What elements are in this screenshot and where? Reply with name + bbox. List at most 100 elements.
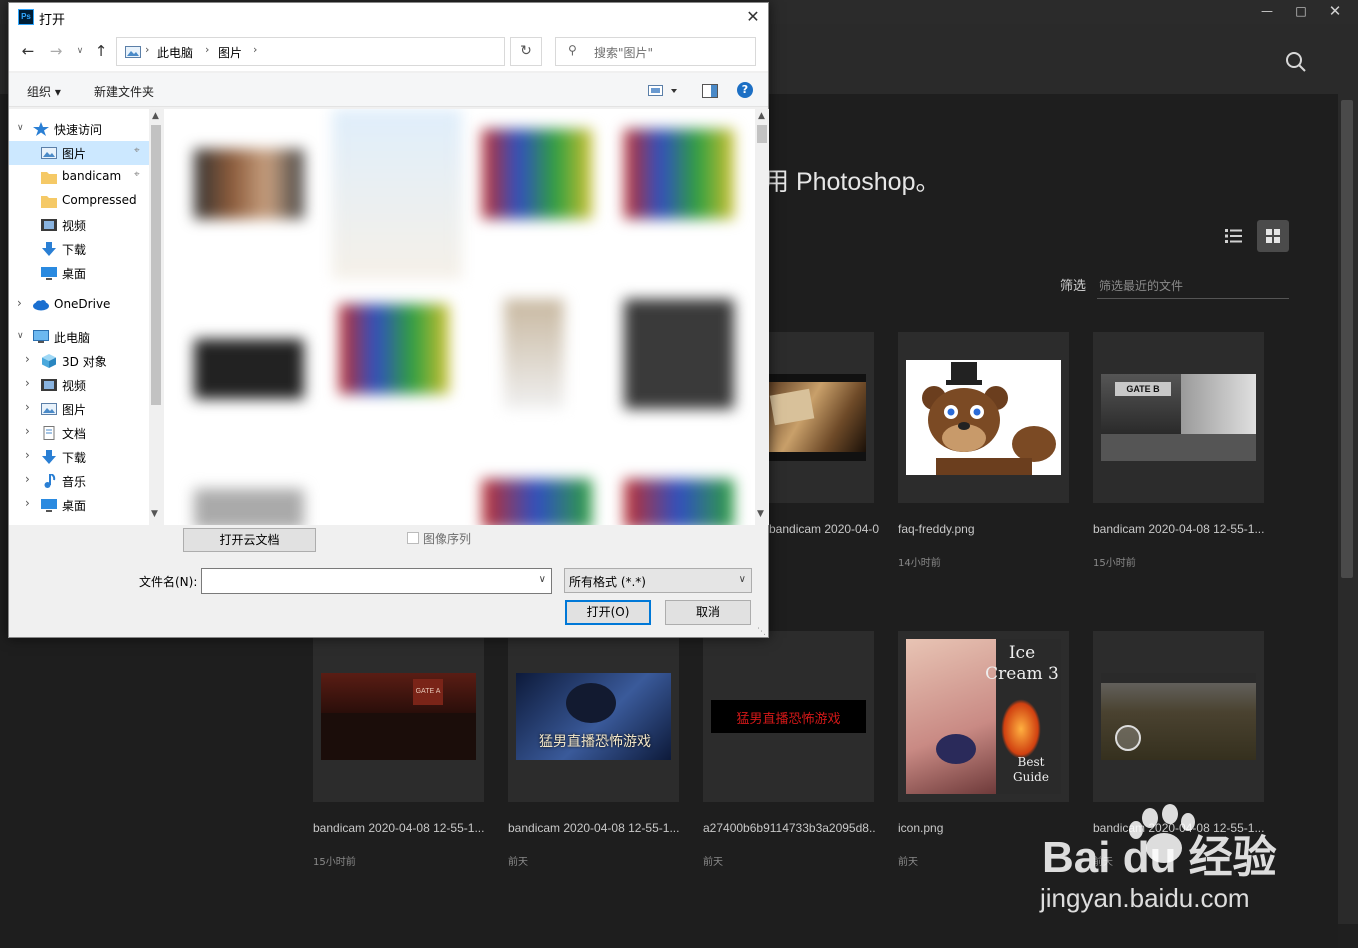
chevron-right-icon[interactable]: › bbox=[25, 424, 30, 438]
chevron-right-icon[interactable]: › bbox=[25, 352, 30, 366]
tree-item[interactable]: 视频 bbox=[9, 213, 149, 237]
tree-item[interactable]: 图片 ⌖ bbox=[9, 141, 149, 165]
change-view-icon[interactable] bbox=[648, 85, 678, 97]
file-item[interactable] bbox=[194, 149, 304, 219]
tree-item[interactable]: › 桌面 bbox=[9, 493, 149, 517]
file-item[interactable] bbox=[332, 109, 462, 279]
file-item[interactable] bbox=[482, 479, 592, 525]
chevron-right-icon[interactable]: › bbox=[17, 296, 22, 310]
preview-pane-icon[interactable] bbox=[702, 84, 718, 98]
forward-arrow-icon[interactable]: → bbox=[47, 42, 65, 60]
tree-item[interactable]: › 图片 bbox=[9, 397, 149, 421]
recent-file-card[interactable] bbox=[1093, 631, 1264, 802]
tree-item[interactable]: 下载 bbox=[9, 237, 149, 261]
recent-file-card[interactable]: 猛男直播恐怖游戏 bbox=[703, 631, 874, 802]
up-arrow-icon[interactable]: ↑ bbox=[92, 42, 110, 60]
file-list bbox=[164, 109, 755, 525]
chevron-right-icon[interactable]: › bbox=[25, 448, 30, 462]
tree-item-label: 图片 bbox=[62, 403, 87, 417]
file-item[interactable] bbox=[194, 339, 304, 399]
open-cloud-document-button[interactable]: 打开云文档 bbox=[183, 528, 316, 552]
welcome-heading: 用 Photoshop。 bbox=[764, 168, 941, 196]
image-sequence-label: 图像序列 bbox=[423, 532, 472, 546]
tree-item[interactable]: ∨ 此电脑 bbox=[9, 325, 149, 349]
tree-item[interactable]: Compressed bbox=[9, 189, 149, 213]
breadcrumb-pictures[interactable]: 图片 bbox=[218, 44, 242, 61]
file-item[interactable] bbox=[482, 129, 592, 219]
recent-locations-icon[interactable]: ∨ bbox=[71, 42, 89, 60]
maximize-button[interactable]: □ bbox=[1284, 0, 1318, 22]
chevron-right-icon[interactable]: › bbox=[25, 376, 30, 390]
breadcrumb-this-pc[interactable]: 此电脑 bbox=[157, 44, 193, 61]
recent-file-card[interactable] bbox=[898, 332, 1069, 503]
tree-item[interactable]: › 文档 bbox=[9, 421, 149, 445]
close-icon[interactable]: ✕ bbox=[742, 6, 764, 28]
tree-item[interactable]: bandicam ⌖ bbox=[9, 165, 149, 189]
dialog-title: 打开 bbox=[39, 13, 66, 28]
recent-file-card[interactable]: 猛男直播恐怖游戏 bbox=[508, 631, 679, 802]
file-item[interactable] bbox=[339, 304, 449, 394]
chevron-right-icon[interactable]: › bbox=[25, 400, 30, 414]
filename-input[interactable]: ∨ bbox=[201, 568, 552, 594]
address-bar[interactable]: › 此电脑 › 图片 › ∨ bbox=[116, 37, 597, 66]
new-folder-button[interactable]: 新建文件夹 bbox=[94, 83, 154, 100]
best-guide-text: Best Guide bbox=[1013, 755, 1049, 784]
tree-item[interactable]: ∨ 快速访问 bbox=[9, 117, 149, 141]
file-item[interactable] bbox=[504, 299, 564, 409]
file-list-scrollbar[interactable]: ▲ ▼ bbox=[755, 109, 769, 525]
filter-input[interactable]: 筛选最近的文件 bbox=[1097, 272, 1289, 299]
file-item[interactable] bbox=[624, 129, 734, 219]
back-arrow-icon[interactable]: ← bbox=[19, 42, 37, 60]
watermark-url: jingyan.baidu.com bbox=[1040, 883, 1250, 913]
refresh-icon[interactable]: ↻ bbox=[510, 37, 542, 66]
file-thumbnail bbox=[766, 374, 866, 461]
file-name: bandicam 2020-04-08 12-55-1... bbox=[508, 821, 680, 835]
tree-item-label: 视频 bbox=[62, 219, 87, 233]
file-item[interactable] bbox=[194, 489, 304, 525]
resize-grip-icon[interactable]: ⋱ bbox=[757, 627, 766, 637]
gate-a-sign: GATE A bbox=[413, 679, 443, 705]
chevron-down-icon[interactable]: ∨ bbox=[539, 574, 546, 585]
organize-menu[interactable]: 组织 ▾ bbox=[27, 83, 61, 100]
tree-item-label: 下载 bbox=[62, 451, 87, 465]
list-view-icon[interactable] bbox=[1218, 220, 1250, 252]
tree-item[interactable]: › OneDrive bbox=[9, 293, 149, 317]
chevron-right-icon[interactable]: › bbox=[25, 496, 30, 510]
download-icon bbox=[41, 449, 57, 464]
chevron-down-icon[interactable]: ∨ bbox=[17, 123, 24, 133]
image-sequence-checkbox[interactable] bbox=[407, 532, 419, 544]
recent-file-card[interactable]: Ice Cream 3 Best Guide bbox=[898, 631, 1069, 802]
file-item[interactable] bbox=[624, 299, 734, 409]
help-icon[interactable]: ? bbox=[737, 82, 753, 98]
tree-item[interactable]: › 视频 bbox=[9, 373, 149, 397]
chevron-down-icon: ∨ bbox=[738, 574, 746, 585]
cancel-button[interactable]: 取消 bbox=[665, 600, 751, 625]
banner-text: 猛男直播恐怖游戏 bbox=[736, 712, 841, 727]
grid-view-icon[interactable] bbox=[1257, 220, 1289, 252]
file-thumbnail bbox=[1101, 673, 1256, 760]
tree-item[interactable]: › 下载 bbox=[9, 445, 149, 469]
pin-icon: ⌖ bbox=[134, 169, 140, 180]
open-button[interactable]: 打开(O) bbox=[565, 600, 651, 625]
tree-scrollbar-thumb[interactable] bbox=[151, 125, 161, 405]
video-icon bbox=[41, 217, 57, 231]
chevron-right-icon[interactable]: › bbox=[25, 472, 30, 486]
file-item[interactable] bbox=[624, 479, 734, 525]
tree-item[interactable]: 桌面 bbox=[9, 261, 149, 285]
recent-file-card[interactable]: GATE A bbox=[313, 631, 484, 802]
search-icon[interactable] bbox=[1284, 50, 1308, 74]
breadcrumb-separator: › bbox=[205, 43, 210, 56]
cloud-icon bbox=[33, 297, 49, 311]
tree-item[interactable]: › 音乐 bbox=[9, 469, 149, 493]
tree-item[interactable]: › 3D 对象 bbox=[9, 349, 149, 373]
file-list-scrollbar-thumb[interactable] bbox=[757, 125, 767, 143]
cube-icon bbox=[41, 353, 57, 368]
close-button[interactable]: ✕ bbox=[1318, 0, 1352, 22]
file-format-select[interactable]: 所有格式 (*.*) ∨ bbox=[564, 568, 752, 593]
recent-file-card[interactable]: GATE B bbox=[1093, 332, 1264, 503]
minimize-button[interactable]: — bbox=[1250, 0, 1284, 22]
tree-item-label: 文档 bbox=[62, 427, 87, 441]
search-input[interactable]: ⚲ 搜索"图片" bbox=[555, 37, 756, 66]
ps-scrollbar-thumb[interactable] bbox=[1341, 100, 1353, 578]
chevron-down-icon[interactable]: ∨ bbox=[17, 331, 24, 341]
